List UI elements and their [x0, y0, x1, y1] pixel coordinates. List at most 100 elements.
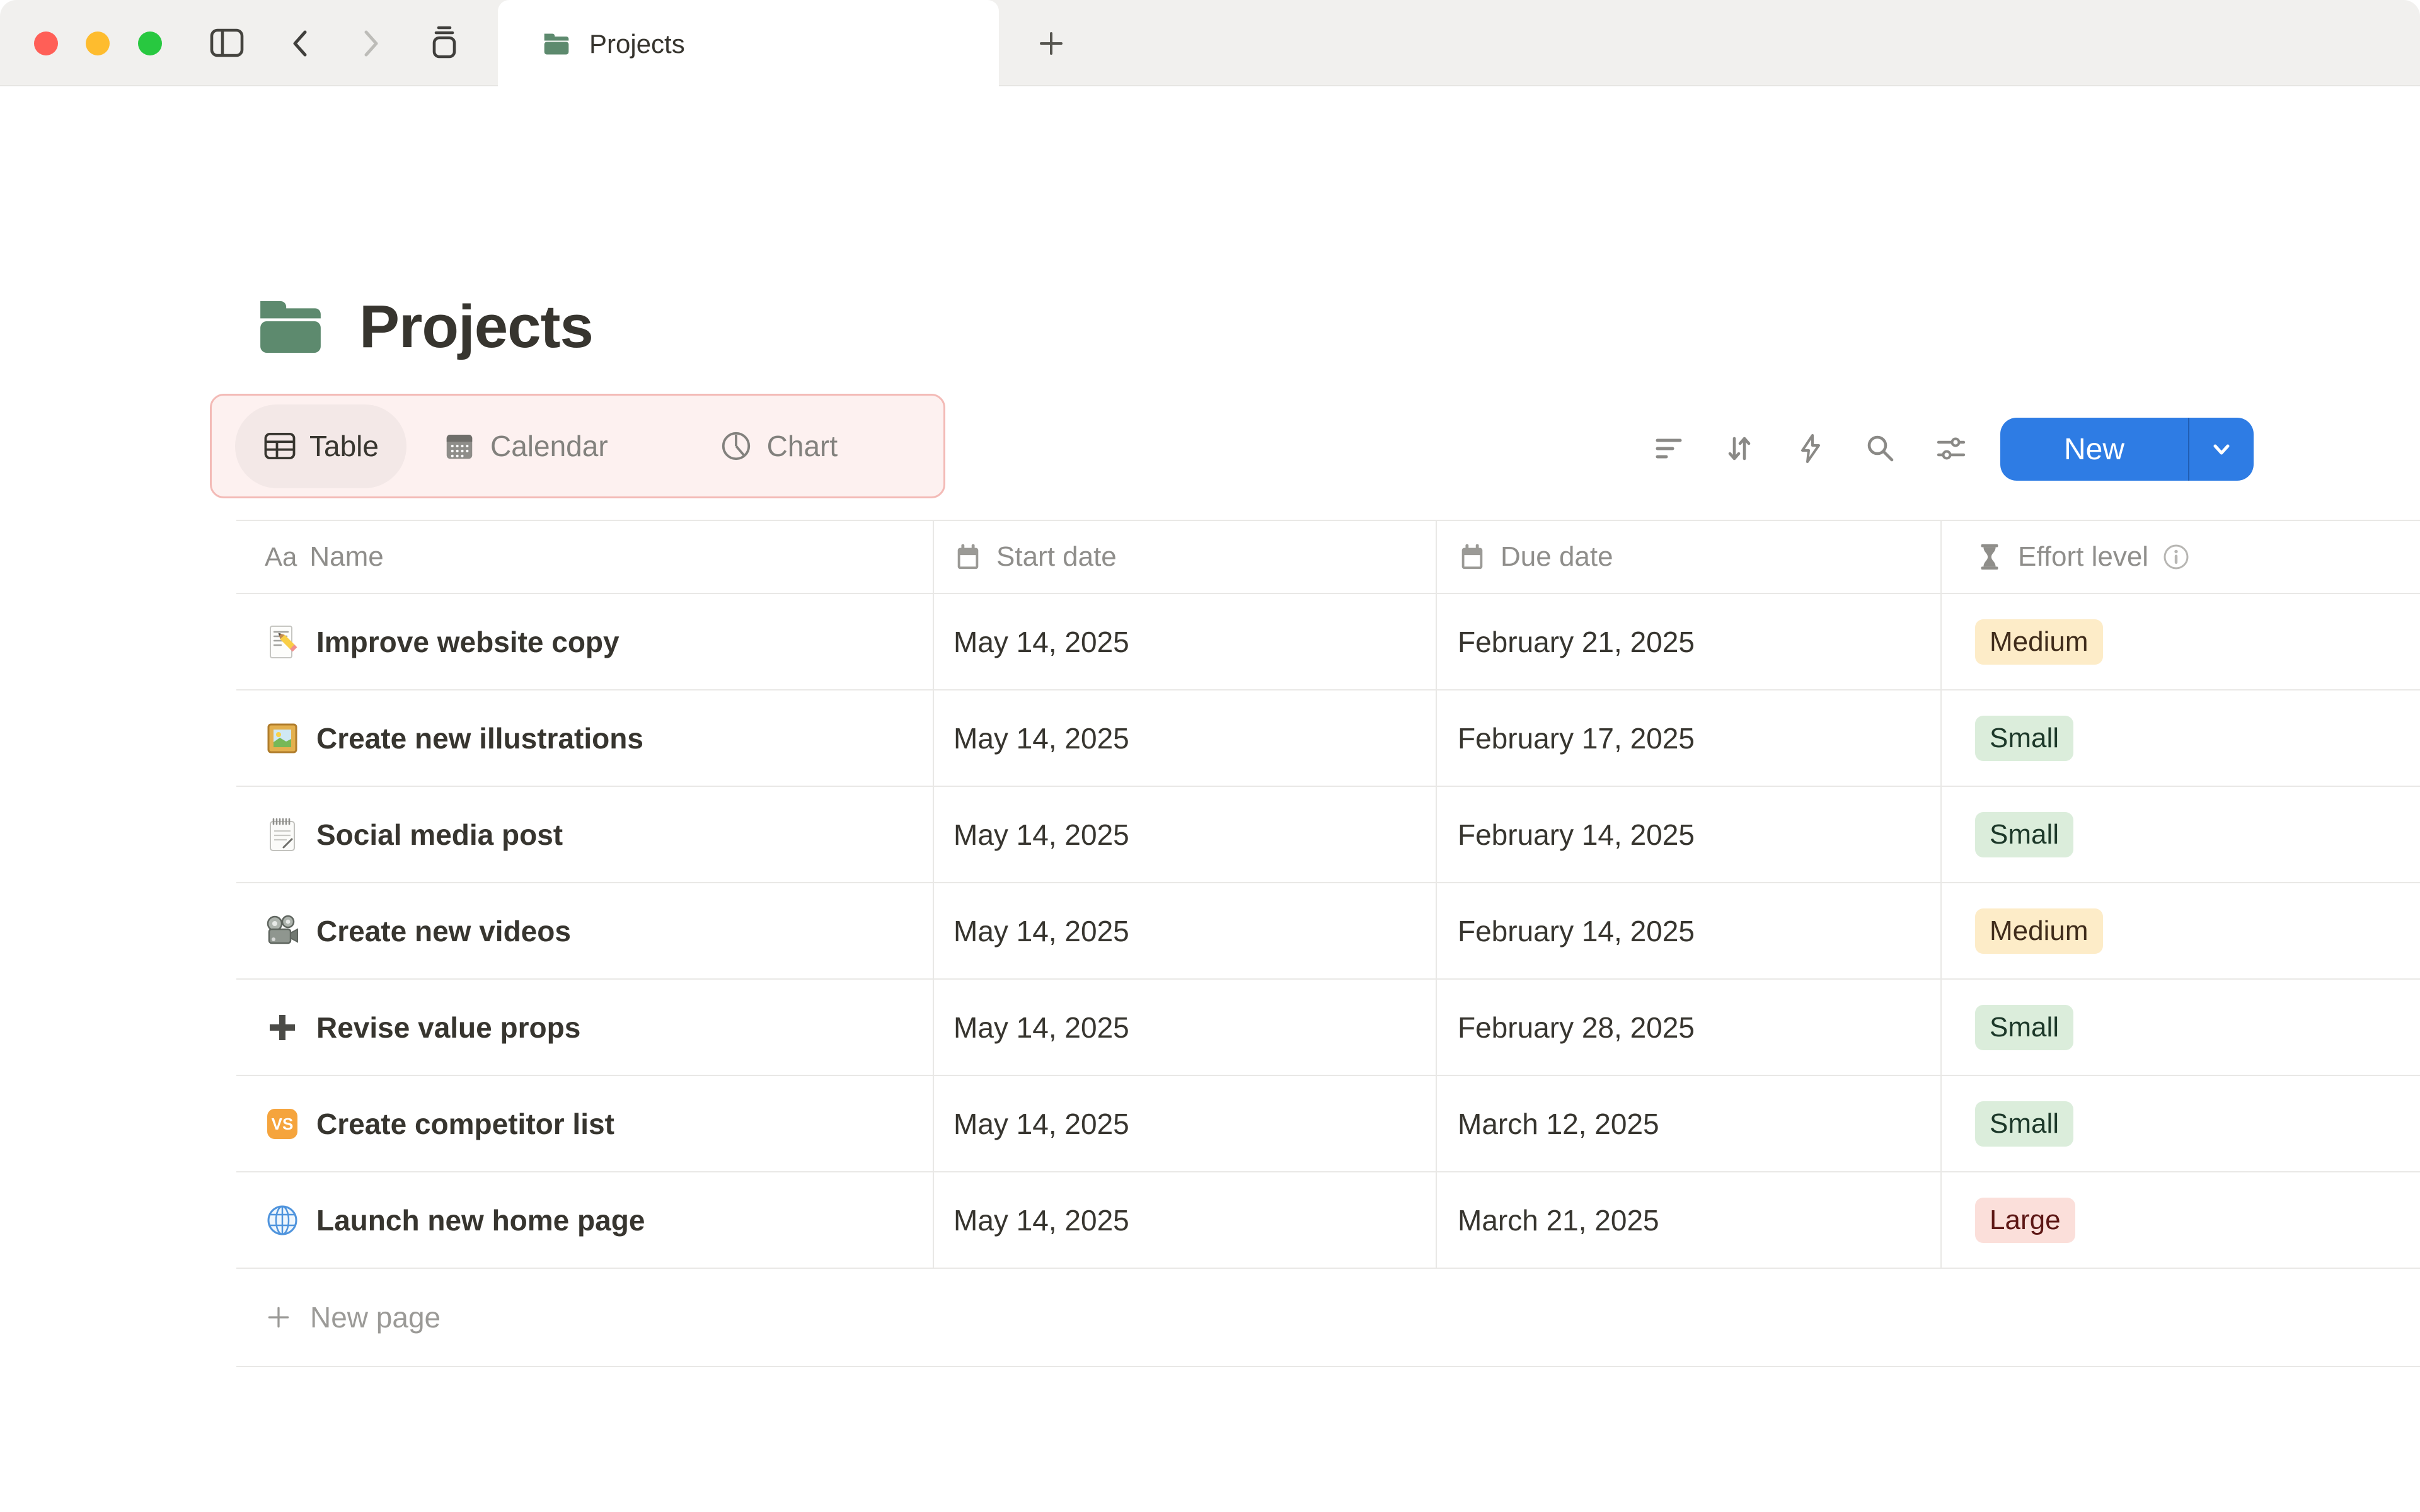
tab-table-view[interactable]: Table: [235, 404, 406, 488]
column-header-start-date[interactable]: Start date: [934, 521, 1437, 593]
text-property-icon: Aa: [265, 542, 297, 571]
effort-cell[interactable]: Small: [1942, 1076, 2420, 1171]
effort-cell[interactable]: Medium: [1942, 594, 2420, 689]
heavy-plus-icon: [270, 1014, 295, 1040]
column-header-name[interactable]: Aa Name: [236, 521, 934, 593]
calendar-icon: [1461, 544, 1483, 570]
spiral-notepad-icon: [270, 818, 295, 851]
due-date-cell[interactable]: February 17, 2025: [1437, 690, 1942, 786]
vs-button-icon: VS: [267, 1108, 297, 1139]
tab-stack-icon[interactable]: [427, 25, 462, 60]
effort-cell[interactable]: Small: [1942, 980, 2420, 1075]
effort-badge: Medium: [1975, 619, 2103, 665]
column-label: Start date: [996, 541, 1117, 572]
start-date: May 14, 2025: [954, 1107, 1129, 1140]
name-cell[interactable]: Improve website copy: [236, 594, 934, 689]
name-cell[interactable]: Revise value props: [236, 980, 934, 1075]
automation-bolt-icon[interactable]: [1794, 432, 1827, 465]
svg-text:VS: VS: [272, 1114, 294, 1133]
calendar-icon: [446, 435, 473, 459]
column-header-due-date[interactable]: Due date: [1437, 521, 1942, 593]
effort-cell[interactable]: Large: [1942, 1172, 2420, 1268]
table-grid-icon: [264, 432, 296, 460]
folder-icon: [544, 33, 569, 55]
due-date: March 12, 2025: [1458, 1107, 1659, 1140]
back-icon[interactable]: [289, 27, 311, 60]
sort-icon[interactable]: [1723, 432, 1756, 465]
start-date-cell[interactable]: May 14, 2025: [934, 690, 1437, 786]
calendar-icon: [957, 544, 979, 570]
tab-chart-view[interactable]: Chart: [719, 429, 838, 463]
pie-chart-icon: [722, 432, 750, 461]
search-icon[interactable]: [1864, 432, 1897, 465]
table-row: Social media post May 14, 2025 February …: [236, 787, 2420, 883]
start-date: May 14, 2025: [954, 625, 1129, 658]
new-button-dropdown[interactable]: [2189, 418, 2254, 481]
table-row: Revise value props May 14, 2025 February…: [236, 980, 2420, 1076]
new-button[interactable]: New: [2000, 418, 2188, 481]
close-window-button[interactable]: [34, 32, 58, 55]
effort-cell[interactable]: Small: [1942, 690, 2420, 786]
start-date-cell[interactable]: May 14, 2025: [934, 1076, 1437, 1171]
new-button-group: New: [2000, 418, 2254, 481]
page-name: Launch new home page: [316, 1203, 645, 1237]
name-cell[interactable]: Create new videos: [236, 883, 934, 978]
due-date-cell[interactable]: February 14, 2025: [1437, 883, 1942, 978]
table-row: VS Create competitor list May 14, 2025 M…: [236, 1076, 2420, 1172]
start-date-cell[interactable]: May 14, 2025: [934, 1172, 1437, 1268]
table-header-row: Aa Name Start date Due date Effort level: [236, 520, 2420, 594]
due-date: February 14, 2025: [1458, 818, 1695, 851]
effort-badge: Small: [1975, 1004, 2074, 1050]
forward-icon[interactable]: [360, 27, 383, 60]
memo-icon: [270, 625, 297, 658]
projects-table: Aa Name Start date Due date Effort level…: [236, 520, 2420, 1367]
start-date: May 14, 2025: [954, 1011, 1129, 1044]
toggle-sidebar-icon[interactable]: [209, 26, 245, 59]
page-title[interactable]: Projects: [359, 292, 594, 362]
name-cell[interactable]: VS Create competitor list: [236, 1076, 934, 1171]
globe-icon: [267, 1205, 297, 1235]
page-name: Social media post: [316, 818, 563, 851]
column-header-effort-level[interactable]: Effort level: [1942, 521, 2420, 593]
view-settings-icon[interactable]: [1935, 432, 1968, 465]
effort-cell[interactable]: Medium: [1942, 883, 2420, 978]
tab-title: Projects: [589, 28, 685, 59]
info-icon[interactable]: [2162, 543, 2190, 571]
due-date-cell[interactable]: February 28, 2025: [1437, 980, 1942, 1075]
page-name: Revise value props: [316, 1011, 581, 1044]
browser-tab-projects[interactable]: Projects: [498, 0, 999, 88]
minimize-window-button[interactable]: [86, 32, 110, 55]
due-date-cell[interactable]: February 21, 2025: [1437, 594, 1942, 689]
effort-badge: Large: [1975, 1197, 2075, 1243]
page-name: Improve website copy: [316, 625, 619, 658]
zoom-window-button[interactable]: [138, 32, 162, 55]
new-tab-icon[interactable]: [1036, 28, 1066, 59]
table-row: Create new illustrations May 14, 2025 Fe…: [236, 690, 2420, 787]
start-date: May 14, 2025: [954, 1203, 1129, 1237]
name-cell[interactable]: Create new illustrations: [236, 690, 934, 786]
effort-badge: Small: [1975, 715, 2074, 761]
page-icon-folder[interactable]: [255, 291, 326, 363]
start-date-cell[interactable]: May 14, 2025: [934, 883, 1437, 978]
start-date-cell[interactable]: May 14, 2025: [934, 787, 1437, 882]
view-label: Chart: [766, 430, 838, 462]
table-row: Launch new home page May 14, 2025 March …: [236, 1172, 2420, 1269]
due-date: February 17, 2025: [1458, 721, 1695, 755]
framed-picture-icon: [267, 723, 297, 753]
new-page-button[interactable]: New page: [236, 1269, 2420, 1367]
name-cell[interactable]: Social media post: [236, 787, 934, 882]
view-switcher: Table Calendar Chart: [210, 394, 945, 498]
due-date-cell[interactable]: March 21, 2025: [1437, 1172, 1942, 1268]
start-date-cell[interactable]: May 14, 2025: [934, 980, 1437, 1075]
start-date: May 14, 2025: [954, 721, 1129, 755]
effort-cell[interactable]: Small: [1942, 787, 2420, 882]
start-date-cell[interactable]: May 14, 2025: [934, 594, 1437, 689]
name-cell[interactable]: Launch new home page: [236, 1172, 934, 1268]
due-date-cell[interactable]: March 12, 2025: [1437, 1076, 1942, 1171]
start-date: May 14, 2025: [954, 914, 1129, 948]
column-label: Name: [309, 541, 384, 572]
effort-badge: Small: [1975, 811, 2074, 857]
filter-icon[interactable]: [1652, 432, 1685, 465]
due-date-cell[interactable]: February 14, 2025: [1437, 787, 1942, 882]
tab-calendar-view[interactable]: Calendar: [442, 429, 608, 463]
